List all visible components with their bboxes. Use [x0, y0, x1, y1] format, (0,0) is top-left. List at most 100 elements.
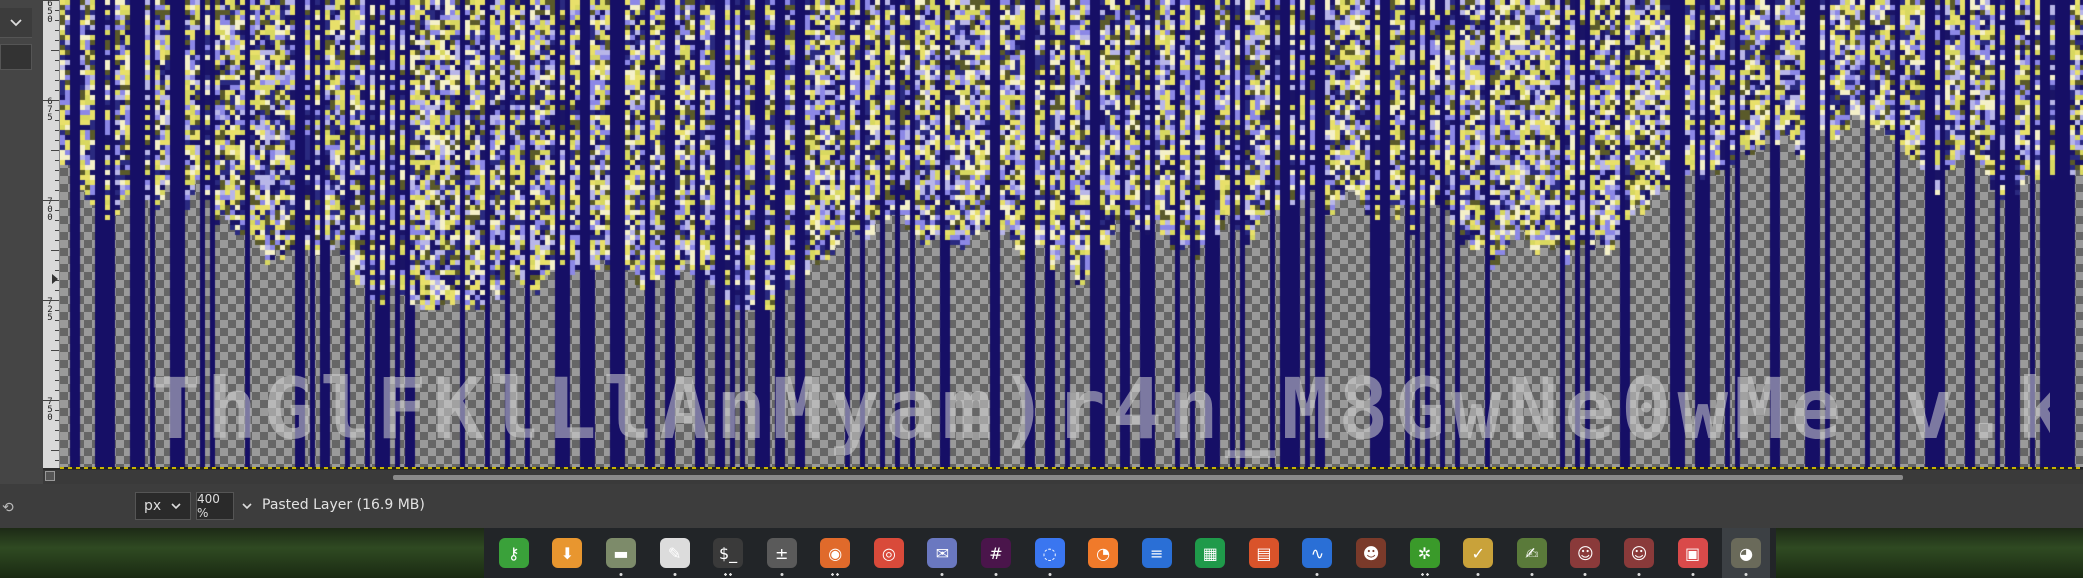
vertical-ruler[interactable]: 650 675 700 725 750	[43, 0, 60, 468]
taskbar-firefox[interactable]: ◉	[811, 528, 859, 578]
signal-icon: ◌	[1034, 538, 1065, 568]
layer-boundary	[60, 467, 2083, 469]
ruler-tick	[55, 210, 59, 211]
running-indicator	[1637, 573, 1641, 576]
running-indicator	[723, 573, 734, 576]
ruler-tick	[55, 380, 59, 381]
status-bar: ⟲ px 400 % Pasted Layer (16.9 MB)	[0, 484, 2083, 528]
taskbar-system-monitor[interactable]: ∿	[1294, 528, 1342, 578]
taskbar-calculator[interactable]: ±	[758, 528, 806, 578]
ruler-tick	[55, 330, 59, 331]
unit-value: px	[144, 498, 162, 514]
ruler-tick	[55, 60, 59, 61]
zoom-input[interactable]: 400 %	[196, 492, 234, 520]
taskbar-keepassxc[interactable]: ⚷	[490, 528, 538, 578]
ruler-tick	[55, 460, 59, 461]
taskbar-map-tool[interactable]: ✓	[1454, 528, 1502, 578]
ruler-tick	[43, 100, 59, 101]
taskbar-calc-spreadsheet[interactable]: ▦	[1187, 528, 1235, 578]
gimp-icon: ◕	[1731, 538, 1762, 568]
taskbar: ⚷ ⬇ ▬ ✎ $_ ± ◉ ◎ ✉ # ◌ ◔ ≡ ▦ ▤ ∿ ☻ ✲ ✓ ✍ ☺ ☺ ▣ ◕	[484, 528, 1776, 578]
canvas-overlay-text: ThGlFKlLlAnMyam)r4n_M8GwNe0wMe v.k	[150, 360, 2050, 458]
calc-spreadsheet-icon: ▦	[1195, 538, 1226, 568]
taskbar-terminal[interactable]: $_	[704, 528, 752, 578]
ruler-tick	[55, 20, 59, 21]
running-indicator	[830, 573, 841, 576]
ruler-tick	[55, 270, 59, 271]
ruler-label: 700	[47, 197, 53, 223]
ruler-tick	[51, 150, 59, 151]
ruler-tick	[55, 340, 59, 341]
left-dock	[0, 0, 43, 528]
unit-select[interactable]: px	[135, 492, 191, 520]
terminal-icon: $_	[713, 538, 744, 568]
ruler-label: 725	[47, 297, 53, 323]
game-dragon-icon: ✲	[1409, 538, 1440, 568]
running-indicator	[940, 573, 944, 576]
mail-icon: ✉	[927, 538, 958, 568]
ruler-tick	[55, 230, 59, 231]
ruler-tick	[55, 140, 59, 141]
ruler-tick	[51, 250, 59, 251]
running-indicator	[1476, 573, 1480, 576]
slack-icon: #	[980, 538, 1011, 568]
dock-dropdown-button[interactable]	[0, 8, 32, 38]
ruler-tick	[55, 160, 59, 161]
taskbar-file-manager[interactable]: ▬	[597, 528, 645, 578]
taskbar-impress[interactable]: ▤	[1240, 528, 1288, 578]
chevron-down-icon	[10, 18, 22, 26]
taskbar-slack[interactable]: #	[972, 528, 1020, 578]
ruler-tick	[55, 420, 59, 421]
dock-panel-slot[interactable]	[0, 44, 32, 70]
writer-icon: ≡	[1141, 538, 1172, 568]
taskbar-document-viewer[interactable]: ✎	[651, 528, 699, 578]
image-canvas[interactable]: ThGlFKlLlAnMyam)r4n_M8GwNe0wMe v.k	[60, 0, 2083, 467]
running-indicator	[1315, 573, 1319, 576]
taskbar-game-dragon[interactable]: ✲	[1401, 528, 1449, 578]
running-indicator	[994, 573, 998, 576]
ruler-label: 675	[47, 97, 53, 123]
document-viewer-icon: ✎	[659, 538, 690, 568]
running-indicator	[1583, 573, 1587, 576]
taskbar-gimp[interactable]: ◕	[1722, 528, 1770, 578]
running-indicator	[619, 573, 623, 576]
ruler-tick	[55, 440, 59, 441]
navigate-corner-button[interactable]	[45, 471, 55, 481]
ruler-tick	[55, 320, 59, 321]
game-character-1-icon: ☻	[1356, 538, 1387, 568]
taskbar-mail[interactable]: ✉	[919, 528, 967, 578]
ruler-tick	[55, 40, 59, 41]
feed-reader-icon: ◔	[1088, 538, 1119, 568]
keepassxc-icon: ⚷	[498, 538, 529, 568]
taskbar-chrome[interactable]: ◎	[865, 528, 913, 578]
scrollbar-thumb[interactable]	[393, 475, 1903, 480]
ruler-tick	[55, 10, 59, 11]
ruler-tick	[55, 180, 59, 181]
running-indicator	[1744, 573, 1748, 576]
horizontal-scrollbar[interactable]	[43, 470, 2083, 484]
ruler-tick	[55, 80, 59, 81]
taskbar-writer[interactable]: ≡	[1133, 528, 1181, 578]
undo-history-icon[interactable]: ⟲	[2, 500, 14, 516]
firefox-icon: ◉	[820, 538, 851, 568]
taskbar-game-character-2[interactable]: ☺	[1562, 528, 1610, 578]
game-character-3-icon: ☺	[1623, 538, 1654, 568]
ruler-tick	[55, 240, 59, 241]
taskbar-game-character-1[interactable]: ☻	[1347, 528, 1395, 578]
taskbar-feed-reader[interactable]: ◔	[1079, 528, 1127, 578]
taskbar-game-character-3[interactable]: ☺	[1615, 528, 1663, 578]
taskbar-screenshot-tool[interactable]: ▣	[1669, 528, 1717, 578]
ruler-tick	[55, 170, 59, 171]
ruler-tick	[55, 260, 59, 261]
zoom-dropdown-button[interactable]	[234, 492, 260, 520]
ruler-tick	[43, 300, 59, 301]
taskbar-editor-pen[interactable]: ✍	[1508, 528, 1556, 578]
ruler-tick	[55, 410, 59, 411]
ruler-tick	[51, 50, 59, 51]
ruler-tick	[55, 190, 59, 191]
taskbar-signal[interactable]: ◌	[1026, 528, 1074, 578]
taskbar-downloader[interactable]: ⬇	[544, 528, 592, 578]
map-tool-icon: ✓	[1463, 538, 1494, 568]
ruler-tick	[51, 450, 59, 451]
impress-icon: ▤	[1248, 538, 1279, 568]
